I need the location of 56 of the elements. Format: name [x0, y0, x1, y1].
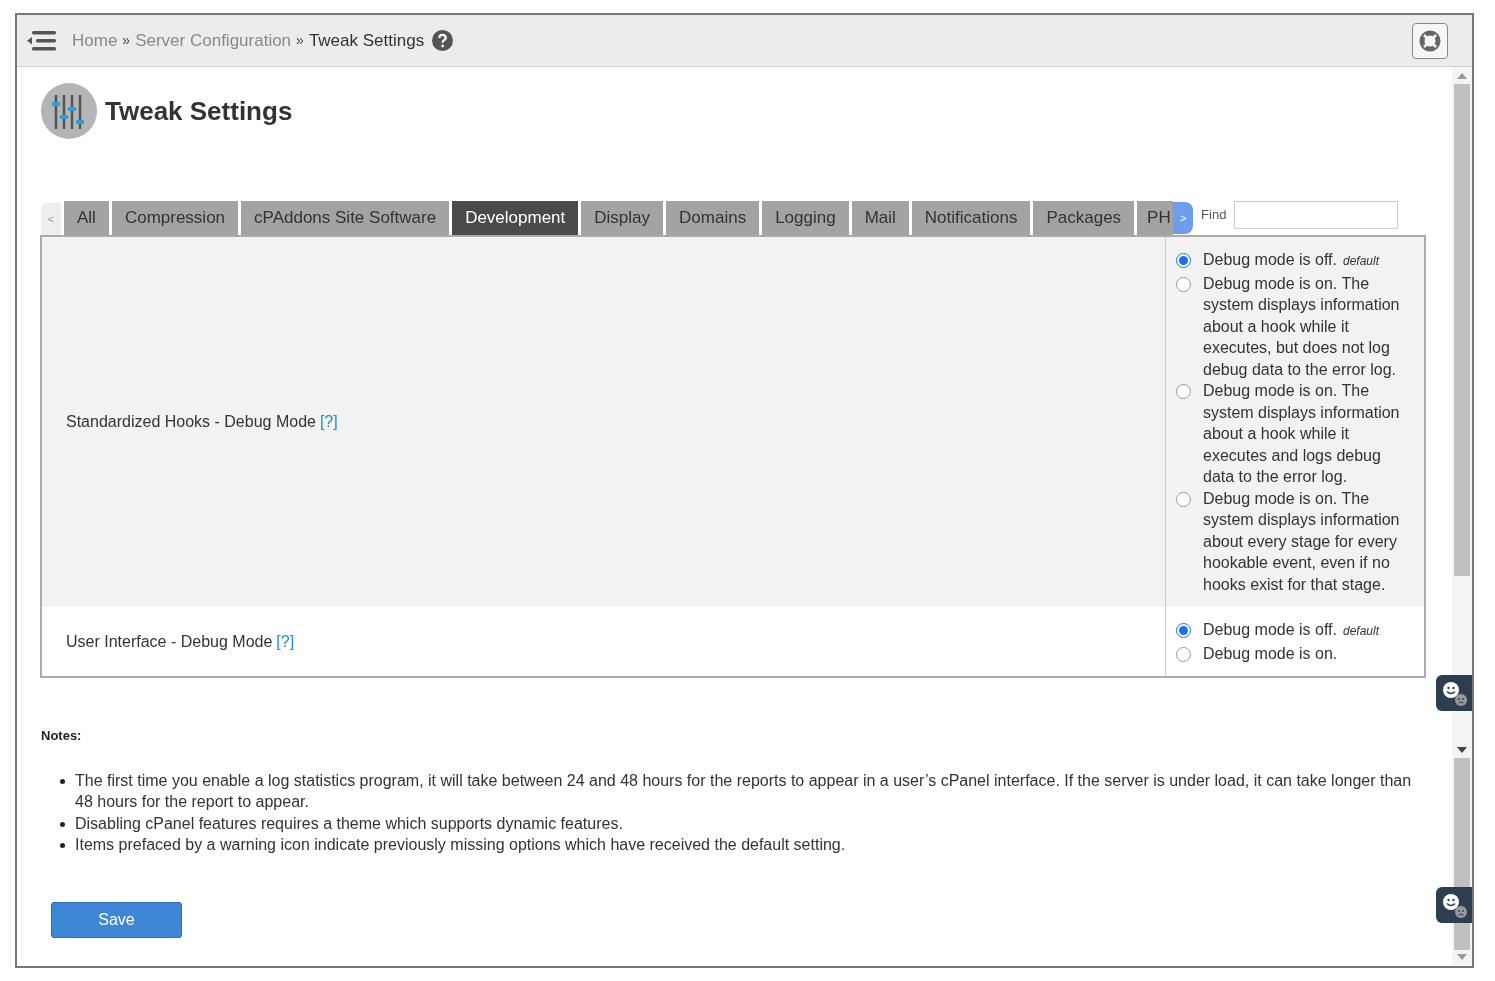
help-link[interactable]: [?] — [276, 629, 295, 654]
tab[interactable]: cPAddons Site Software — [241, 201, 450, 235]
radio-button[interactable] — [1176, 623, 1191, 638]
support-button[interactable] — [1412, 22, 1448, 59]
sliders-icon — [41, 83, 97, 139]
radio-button[interactable] — [1176, 491, 1191, 507]
note-text: Items prefaced by a warning icon indicate previously missing options which have received the default setting. — [75, 835, 846, 855]
feedback-tab[interactable] — [1436, 887, 1472, 923]
tab[interactable]: Compression — [111, 201, 239, 235]
scroll-up-icon — [1457, 73, 1467, 79]
tab[interactable]: Notifications — [911, 201, 1031, 235]
find-field[interactable] — [1234, 201, 1399, 229]
page-title: Tweak Settings — [105, 94, 293, 128]
help-icon[interactable] — [432, 30, 454, 51]
option-text: Debug mode is off. default — [1203, 620, 1380, 640]
feedback-tab[interactable] — [1436, 675, 1472, 711]
option-text: Debug mode is on. — [1203, 643, 1338, 664]
tab[interactable]: Mail — [851, 201, 909, 235]
tab[interactable]: PH — [1137, 201, 1174, 235]
option-text: Debug mode is on. The system displays information about a hook while it executes, but does not log debug data to the error log. — [1203, 273, 1401, 380]
note-text: The first time you enable a log statistics program, it will take between 24 and 48 hours for the reports to appear in a user’s cPanel interface. If the server is under load, it can take longer than 48 hours for the report to appear. — [75, 770, 1413, 812]
tab-scroll-left[interactable]: < — [41, 203, 61, 235]
tab[interactable]: All — [64, 201, 109, 235]
option-text: Debug mode is on. The system displays information about a hook while it executes and logs debug data to the error log. — [1203, 381, 1401, 487]
tab[interactable]: Domains — [666, 201, 760, 235]
tab[interactable]: Development — [452, 201, 579, 235]
bullet-icon — [60, 843, 65, 848]
smiley-icon — [1440, 679, 1468, 707]
setting-label: User Interface - Debug Mode — [66, 631, 273, 652]
bullet-icon — [60, 778, 65, 784]
option-text: Debug mode is off. default — [1203, 250, 1380, 270]
scroll-down-icon — [1457, 747, 1467, 753]
note-text: Disabling cPanel features requires a theme which supports dynamic features. — [75, 813, 623, 834]
bullet-icon — [60, 821, 65, 827]
breadcrumb-separator: » — [122, 31, 131, 50]
lifebuoy-icon — [1419, 29, 1441, 52]
tab[interactable]: Display — [581, 201, 664, 235]
breadcrumb-link[interactable]: Home — [72, 27, 118, 54]
tab[interactable]: Packages — [1033, 201, 1135, 235]
radio-button[interactable] — [1176, 276, 1191, 292]
help-link[interactable]: [?] — [319, 410, 338, 434]
smiley-icon — [1440, 891, 1468, 919]
scroll-down-icon — [1457, 954, 1467, 960]
radio-button[interactable] — [1176, 384, 1191, 399]
breadcrumb-link[interactable]: Server Configuration — [135, 27, 292, 54]
notes-title: Notes: — [41, 727, 83, 745]
radio-button[interactable] — [1176, 253, 1191, 268]
setting-label: Standardized Hooks - Debug Mode — [66, 412, 316, 432]
option-text: Debug mode is on. The system displays information about every stage for every hookable event, even if no hooks exist for that stage. — [1203, 488, 1401, 595]
radio-button[interactable] — [1176, 646, 1191, 662]
breadcrumb-separator: » — [296, 31, 304, 50]
menu-icon[interactable] — [27, 28, 57, 53]
tab-scroll-right[interactable]: > — [1173, 202, 1194, 234]
save-button[interactable]: Save — [51, 901, 182, 938]
tab[interactable]: Logging — [762, 201, 849, 235]
find-label: Find — [1201, 206, 1227, 224]
